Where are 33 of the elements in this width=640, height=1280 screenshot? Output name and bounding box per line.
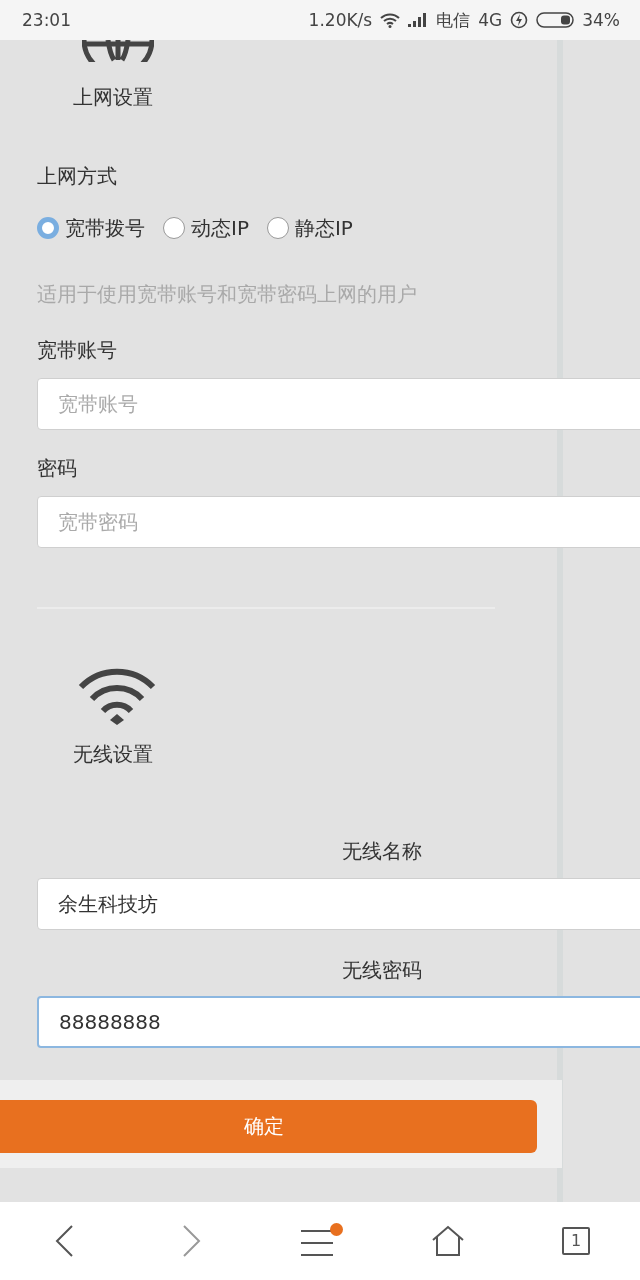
radio-label[interactable]: 动态IP	[191, 213, 249, 243]
forward-button[interactable]	[182, 1224, 202, 1258]
signal-icon	[408, 13, 429, 27]
charging-icon	[510, 11, 529, 29]
globe-icon	[82, 40, 154, 62]
tabs-button[interactable]: 1	[562, 1227, 590, 1255]
home-button[interactable]	[431, 1225, 465, 1257]
section-title: 无线设置	[73, 741, 153, 768]
wifi-icon	[380, 12, 401, 28]
field-label: 宽带账号	[37, 337, 117, 364]
radio-label[interactable]: 宽带拨号	[65, 213, 145, 243]
field-label: 上网方式	[37, 163, 117, 190]
carrier-name: 电信	[436, 8, 471, 32]
network-speed: 1.20K/s	[308, 10, 373, 30]
network-type: 4G	[478, 10, 503, 30]
input-field[interactable]: 88888888	[37, 996, 640, 1048]
battery-percent: 34%	[582, 10, 620, 30]
hint-text: 适用于使用宽带账号和宽带密码上网的用户	[37, 281, 417, 308]
field-label: 密码	[37, 455, 77, 482]
clock: 23:01	[22, 10, 71, 30]
section-title: 上网设置	[73, 84, 153, 111]
radio-button[interactable]	[37, 217, 59, 239]
input-field[interactable]: 宽带密码	[37, 496, 640, 548]
field-label: 无线密码	[342, 957, 422, 984]
back-button[interactable]	[54, 1224, 74, 1258]
radio-button[interactable]	[266, 217, 289, 239]
battery-icon	[536, 12, 575, 28]
input-field[interactable]: 余生科技坊	[37, 878, 640, 930]
field-label: 无线名称	[342, 838, 422, 865]
radio-button[interactable]	[163, 217, 185, 239]
radio-label[interactable]: 静态IP	[294, 213, 353, 243]
wifi-icon	[78, 668, 156, 726]
input-field[interactable]: 宽带账号	[37, 378, 640, 430]
